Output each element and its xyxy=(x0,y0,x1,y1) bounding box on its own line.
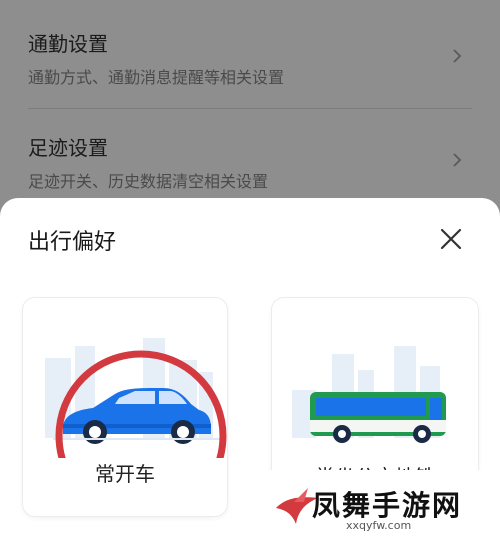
watermark-logo: 凤舞手游网 xxqyfw.com xyxy=(262,470,500,545)
chevron-right-icon xyxy=(448,150,466,168)
option-drive-card[interactable]: 常开车 xyxy=(23,298,227,516)
setting-footprint-desc: 足迹开关、历史数据清空相关设置 xyxy=(28,172,269,191)
setting-footprint[interactable]: 足迹设置 足迹开关、历史数据清空相关设置 xyxy=(0,104,500,204)
watermark-url: xxqyfw.com xyxy=(346,519,412,532)
close-icon xyxy=(440,228,462,250)
option-drive-label: 常开车 xyxy=(95,462,155,486)
close-button[interactable] xyxy=(438,226,464,252)
setting-commute-title: 通勤设置 xyxy=(28,32,108,56)
bus-icon xyxy=(310,392,446,443)
setting-commute-desc: 通勤方式、通勤消息提醒等相关设置 xyxy=(28,68,285,87)
car-illustration xyxy=(45,338,227,516)
chevron-right-icon xyxy=(448,46,466,64)
settings-list: 通勤设置 通勤方式、通勤消息提醒等相关设置 足迹设置 足迹开关、历史数据清空相关… xyxy=(0,0,500,220)
setting-commute[interactable]: 通勤设置 通勤方式、通勤消息提醒等相关设置 xyxy=(0,0,500,109)
setting-footprint-title: 足迹设置 xyxy=(28,136,108,160)
bus-illustration xyxy=(292,346,446,443)
watermark-text: 凤舞手游网 xyxy=(312,489,463,522)
sheet-title: 出行偏好 xyxy=(28,230,117,255)
